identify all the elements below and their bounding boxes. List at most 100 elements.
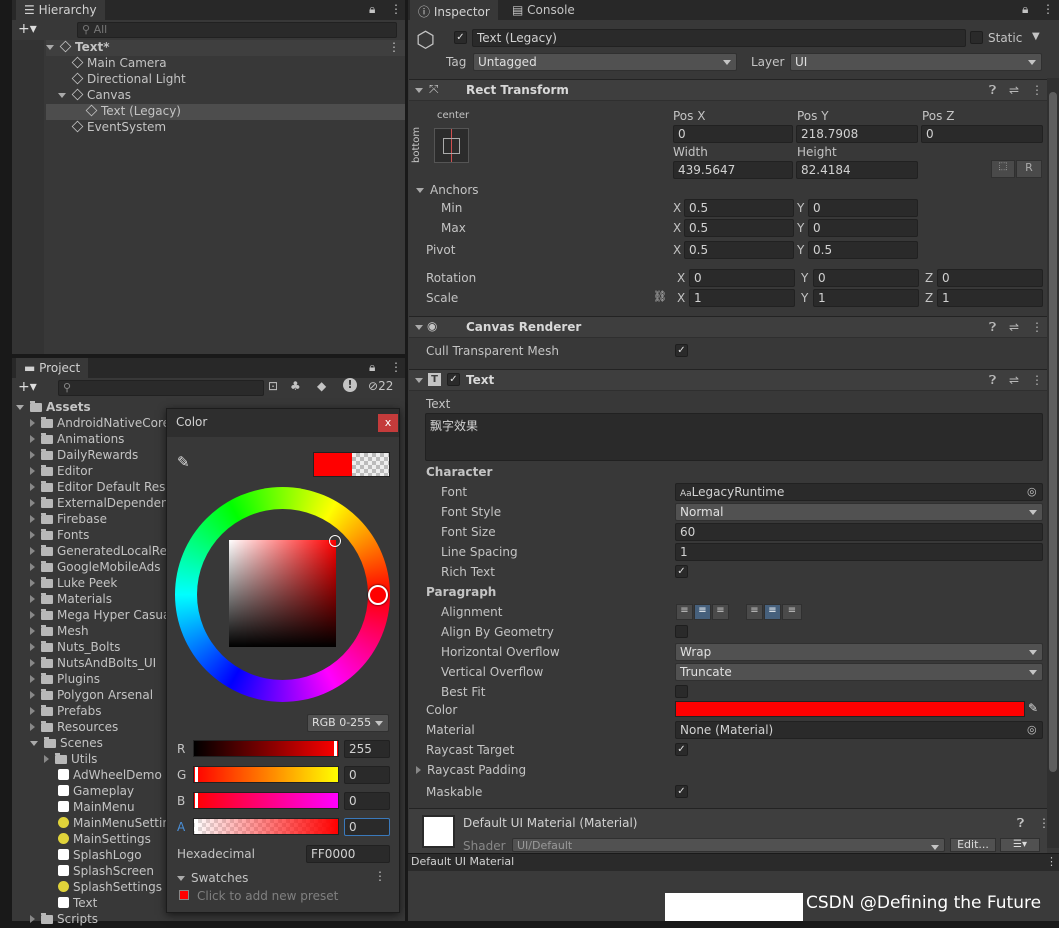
anchor-max-y[interactable]: 0 xyxy=(808,219,918,237)
maskable-checkbox[interactable]: ✓ xyxy=(675,785,688,798)
add-button[interactable]: +▾ xyxy=(18,21,37,37)
best-fit-checkbox[interactable] xyxy=(675,685,688,698)
project-folder[interactable]: Plugins xyxy=(30,672,100,688)
raycast-target-checkbox[interactable]: ✓ xyxy=(675,743,688,756)
hue-handle[interactable] xyxy=(368,585,388,605)
hierarchy-search-input[interactable]: ⚲ All xyxy=(77,22,397,38)
pivot-x[interactable]: 0.5 xyxy=(684,241,794,259)
raycast-padding-label[interactable]: Raycast Padding xyxy=(416,763,526,777)
label-filter-icon[interactable]: ◆ xyxy=(317,379,326,393)
warning-icon[interactable]: ! xyxy=(343,378,357,392)
menu-icon[interactable]: ⋮ xyxy=(390,360,402,374)
hierarchy-item[interactable]: Canvas xyxy=(58,88,131,104)
font-style-dropdown[interactable]: Normal xyxy=(675,503,1043,521)
b-slider-handle[interactable] xyxy=(195,793,198,808)
font-field[interactable]: AaLegacyRuntime xyxy=(675,483,1043,501)
project-folder[interactable]: Materials xyxy=(30,592,112,608)
align-right-button[interactable]: ≡ xyxy=(712,604,729,620)
align-bottom-button[interactable]: ≡ xyxy=(782,604,802,620)
a-field[interactable]: 0 xyxy=(344,818,390,836)
project-folder[interactable]: Scripts xyxy=(30,912,98,928)
material-field[interactable]: None (Material) xyxy=(675,721,1043,739)
inspector-tab[interactable]: ⓘ Inspector xyxy=(410,0,498,20)
lock-icon[interactable]: 🔒︎ xyxy=(1022,2,1028,17)
a-slider[interactable] xyxy=(193,818,339,835)
a-slider-handle[interactable] xyxy=(195,819,198,834)
project-folder[interactable]: Prefabs xyxy=(30,704,102,720)
b-slider[interactable] xyxy=(193,792,339,809)
scene-asset[interactable]: MainMenuSettin xyxy=(58,816,170,832)
scale-x[interactable]: 1 xyxy=(689,289,795,307)
project-folder[interactable]: Scenes xyxy=(30,736,103,752)
project-folder[interactable]: Firebase xyxy=(30,512,107,528)
preset-icon[interactable]: ⇌ xyxy=(1009,320,1019,334)
height-field[interactable]: 82.4184 xyxy=(796,161,918,179)
align-middle-button[interactable]: ≡ xyxy=(764,604,781,620)
console-tab[interactable]: ▤ Console xyxy=(504,0,583,20)
edit-shader-button[interactable]: Edit... xyxy=(950,838,996,852)
color-eyedropper-icon[interactable]: ✎ xyxy=(1028,701,1038,715)
project-folder[interactable]: NutsAndBolts_UI xyxy=(30,656,156,672)
r-slider[interactable] xyxy=(193,740,339,757)
project-folder[interactable]: AndroidNativeCore xyxy=(30,416,170,432)
project-folder[interactable]: Mesh xyxy=(30,624,89,640)
help-icon[interactable]: ❓︎ xyxy=(989,83,996,98)
static-checkbox[interactable] xyxy=(970,31,983,44)
preset-icon[interactable]: ⇌ xyxy=(1009,83,1019,97)
align-left-button[interactable]: ≡ xyxy=(676,604,693,620)
scene-row[interactable]: Text* xyxy=(46,40,405,56)
scene-asset[interactable]: MainSettings xyxy=(58,832,151,848)
width-field[interactable]: 439.5647 xyxy=(673,161,793,179)
scene-asset[interactable]: SplashScreen xyxy=(58,864,154,880)
component-menu-icon[interactable]: ⋮ xyxy=(1031,320,1043,334)
search-filter-icon[interactable]: ⊡ xyxy=(268,379,278,393)
raw-edit-button[interactable]: R xyxy=(1016,160,1042,178)
help-icon[interactable]: ❓︎ xyxy=(989,373,996,388)
rotation-z[interactable]: 0 xyxy=(937,269,1043,287)
scene-asset[interactable]: Text xyxy=(58,896,97,912)
menu-icon[interactable]: ⋮ xyxy=(390,2,402,16)
text-enabled-checkbox[interactable]: ✓ xyxy=(447,373,460,386)
g-slider-handle[interactable] xyxy=(195,767,198,782)
project-folder[interactable]: ExternalDependenc xyxy=(30,496,175,512)
sv-handle[interactable] xyxy=(329,535,341,547)
scene-asset[interactable]: Gameplay xyxy=(58,784,134,800)
color-swatch-field[interactable] xyxy=(675,701,1025,717)
scene-asset[interactable]: SplashLogo xyxy=(58,848,142,864)
rich-text-checkbox[interactable]: ✓ xyxy=(675,565,688,578)
pos-y-field[interactable]: 218.7908 xyxy=(796,125,918,143)
project-folder[interactable]: Luke Peek xyxy=(30,576,117,592)
hierarchy-tab[interactable]: ☰ Hierarchy xyxy=(16,0,105,20)
object-name-field[interactable]: Text (Legacy) xyxy=(472,29,966,47)
preview-menu-icon[interactable]: ⋮ xyxy=(1046,855,1057,868)
project-tab[interactable]: ▬ Project xyxy=(16,358,89,378)
align-top-button[interactable]: ≡ xyxy=(746,604,763,620)
help-icon[interactable]: ❓︎ xyxy=(989,320,996,335)
swatches-label[interactable]: Swatches xyxy=(177,871,248,885)
project-folder[interactable]: Resources xyxy=(30,720,118,736)
project-folder[interactable]: Mega Hyper Casua xyxy=(30,608,170,624)
project-folder[interactable]: Editor xyxy=(30,464,93,480)
anchor-min-x[interactable]: 0.5 xyxy=(684,199,794,217)
shader-dropdown[interactable]: UI/Default xyxy=(512,838,945,852)
scene-asset[interactable]: Utils xyxy=(44,752,97,768)
align-center-button[interactable]: ≡ xyxy=(694,604,711,620)
align-geometry-checkbox[interactable] xyxy=(675,625,688,638)
project-folder[interactable]: Nuts_Bolts xyxy=(30,640,120,656)
swatches-menu-icon[interactable]: ⋮ xyxy=(374,869,386,883)
scene-asset[interactable]: SplashSettings xyxy=(58,880,162,896)
cull-checkbox[interactable]: ✓ xyxy=(675,344,688,357)
menu-icon[interactable]: ⋮ xyxy=(1042,2,1054,16)
hex-field[interactable]: FF0000 xyxy=(306,845,390,863)
lock-icon[interactable]: 🔒︎ xyxy=(369,360,375,375)
hierarchy-item[interactable]: Directional Light xyxy=(71,72,186,88)
swatch-red[interactable] xyxy=(179,890,189,900)
project-folder[interactable]: Editor Default Reso xyxy=(30,480,173,496)
project-search-input[interactable]: ⚲ xyxy=(58,380,264,396)
rect-transform-header[interactable]: ⤧ Rect Transform ❓︎ ⇌ ⋮ xyxy=(409,79,1047,101)
close-button[interactable]: x xyxy=(378,414,398,432)
hierarchy-item-selected[interactable]: Text (Legacy) xyxy=(46,104,405,120)
hierarchy-item[interactable]: Main Camera xyxy=(71,56,167,72)
r-field[interactable]: 255 xyxy=(344,740,390,758)
saturation-value-square[interactable] xyxy=(229,540,336,647)
